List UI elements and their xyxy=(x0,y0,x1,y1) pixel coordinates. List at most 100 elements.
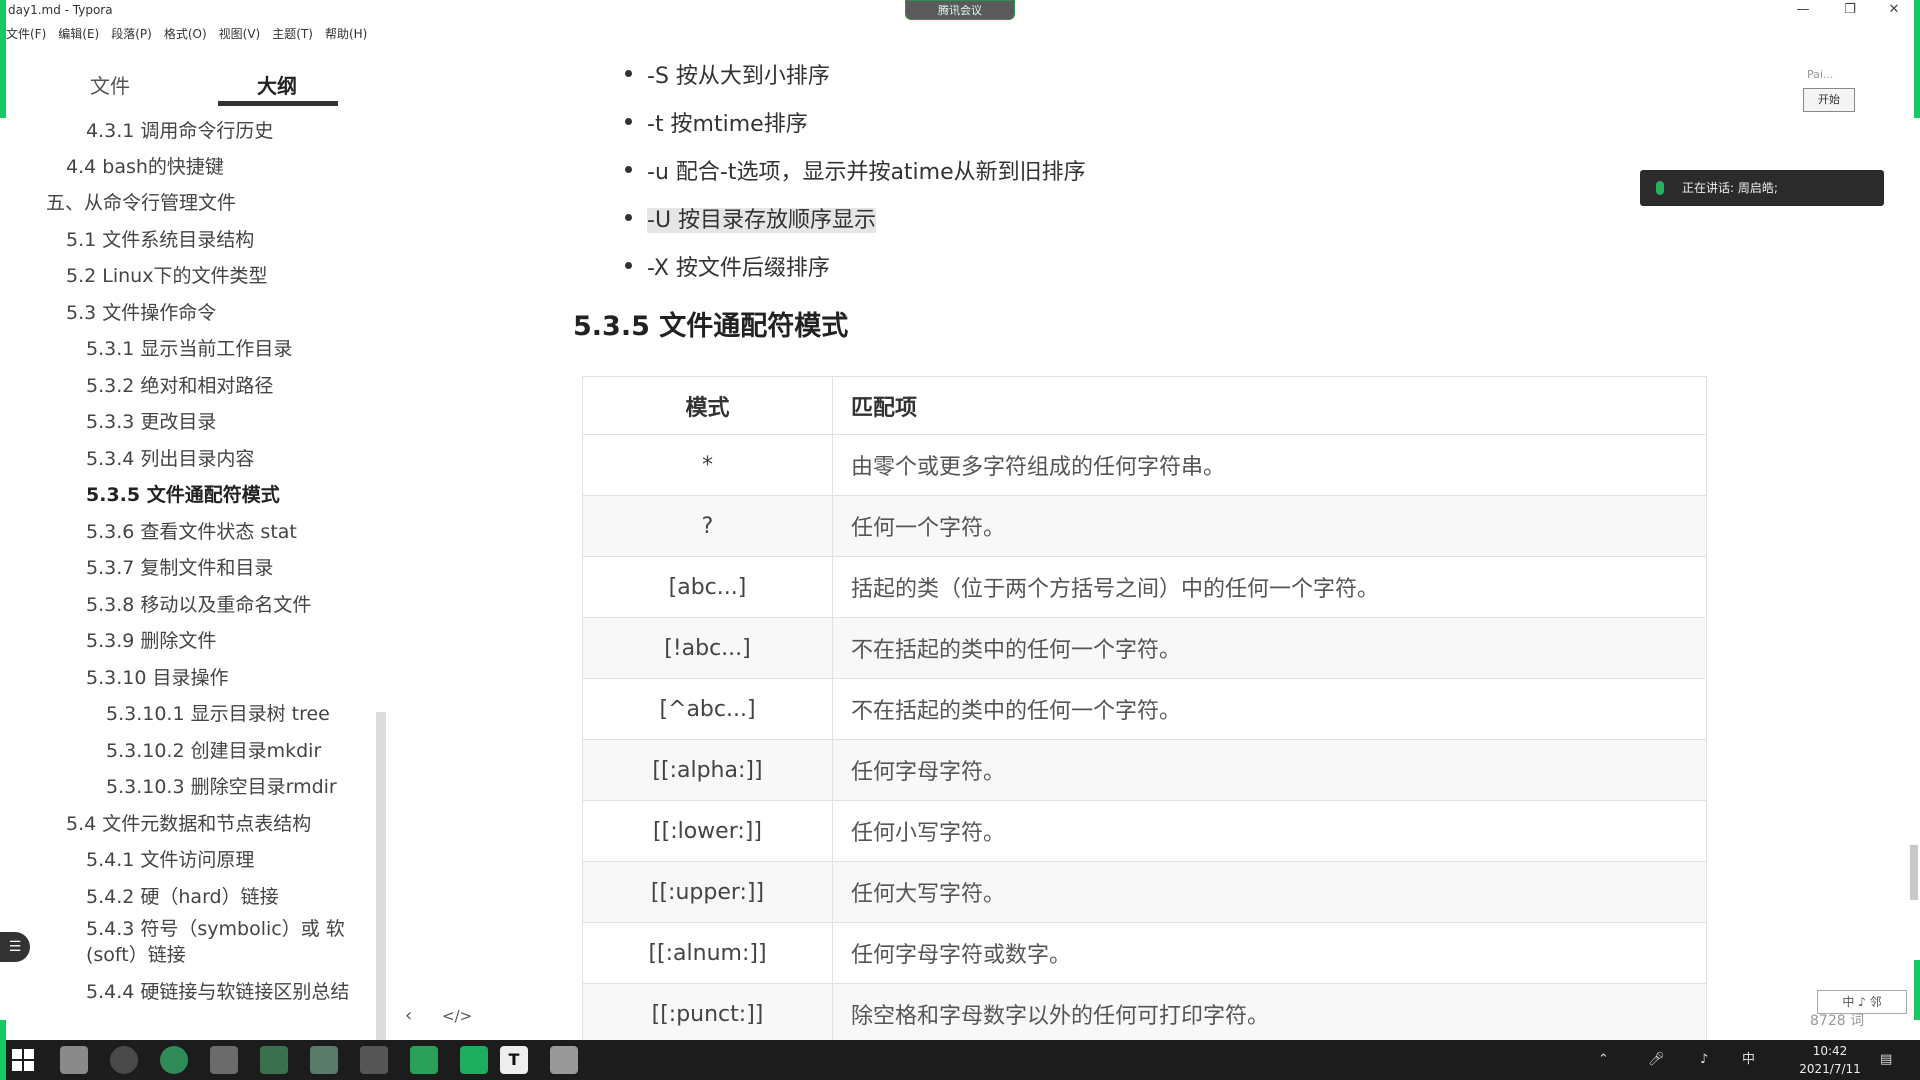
outline-item[interactable]: 5.3.1 显示当前工作目录 xyxy=(86,334,292,361)
microphone-tray-icon[interactable]: 🎤︎ xyxy=(1648,1040,1665,1080)
editor[interactable]: -S 按从大到小排序 -t 按mtime排序 -u 配合-t选项，显示并按ati… xyxy=(560,50,1710,1045)
table-row: [abc...] 括起的类（位于两个方括号之间）中的任何一个字符。 xyxy=(582,556,1707,618)
menu-view[interactable]: 视图(V) xyxy=(219,24,261,44)
outline-item[interactable]: 5.3.10.3 删除空目录rmdir xyxy=(106,772,337,799)
outline-item[interactable]: 5.1 文件系统目录结构 xyxy=(66,225,254,252)
outline-item[interactable]: 5.3.9 删除文件 xyxy=(86,626,216,653)
table-header-pattern: 模式 xyxy=(582,376,833,435)
outline-item[interactable]: 5.2 Linux下的文件类型 xyxy=(66,261,267,288)
browser-icon[interactable] xyxy=(110,1046,138,1074)
clock-date: 2021/7/11 xyxy=(1799,1062,1861,1076)
app-icon[interactable] xyxy=(310,1046,338,1074)
outline-item[interactable]: 5.3.10 目录操作 xyxy=(86,663,228,690)
menu-theme[interactable]: 主题(T) xyxy=(272,24,313,44)
menu-help[interactable]: 帮助(H) xyxy=(325,24,367,44)
notification-icon[interactable]: ▤ xyxy=(1880,1040,1892,1080)
outline-item[interactable]: 4.3.1 调用命令行历史 xyxy=(86,116,273,143)
outline-item[interactable]: 5.3.3 更改目录 xyxy=(86,407,216,434)
table-cell-pattern: ? xyxy=(582,495,833,557)
outline-item[interactable]: 5.3.6 查看文件状态 stat xyxy=(86,517,297,544)
list-item: -u 配合-t选项，显示并按atime从新到旧排序 xyxy=(625,154,1086,186)
outline-item[interactable]: 4.4 bash的快捷键 xyxy=(66,152,224,179)
share-border-right xyxy=(1914,0,1920,118)
close-icon[interactable]: ✕ xyxy=(1884,2,1904,17)
table-row: [^abc...] 不在括起的类中的任何一个字符。 xyxy=(582,678,1707,740)
microphone-icon xyxy=(1656,181,1664,195)
list-item: -S 按从大到小排序 xyxy=(625,58,830,90)
table-cell-pattern: [abc...] xyxy=(582,556,833,618)
table-cell-pattern: [[:punct:]] xyxy=(582,983,833,1045)
menu-file[interactable]: 文件(F) xyxy=(6,24,46,44)
outline-item[interactable]: 5.3.10.2 创建目录mkdir xyxy=(106,736,321,763)
menu-paragraph[interactable]: 段落(P) xyxy=(111,24,152,44)
tab-files[interactable]: 文件 xyxy=(50,64,170,108)
table-cell-match: 任何大写字符。 xyxy=(832,861,1707,923)
share-border-right-bottom xyxy=(1914,960,1920,1020)
clock-time: 10:42 xyxy=(1812,1044,1848,1058)
table-row: [[:upper:]] 任何大写字符。 xyxy=(582,861,1707,923)
volume-icon[interactable]: ♪ xyxy=(1700,1040,1708,1080)
sidebar-scrollbar[interactable] xyxy=(376,712,386,1040)
table-cell-match: 括起的类（位于两个方括号之间）中的任何一个字符。 xyxy=(832,556,1707,618)
menu-edit[interactable]: 编辑(E) xyxy=(58,24,99,44)
pai-label: Pai... xyxy=(1807,68,1834,81)
table-cell-pattern: [[:alpha:]] xyxy=(582,739,833,801)
clock[interactable]: 10:42 2021/7/11 xyxy=(1790,1042,1870,1078)
table-row: * 由零个或更多字符组成的任何字符串。 xyxy=(582,434,1707,496)
outline-item[interactable]: 5.3.2 绝对和相对路径 xyxy=(86,371,273,398)
outline-item[interactable]: 5.4.1 文件访问原理 xyxy=(86,845,254,872)
pai-widget: Pai... 开始 xyxy=(1803,64,1857,114)
minimize-icon[interactable]: — xyxy=(1793,2,1813,17)
source-code-toggle-icon[interactable]: </> xyxy=(442,1007,472,1025)
outline-item[interactable]: 5.3.4 列出目录内容 xyxy=(86,444,254,471)
outline-item[interactable]: 5.4.2 硬（hard）链接 xyxy=(86,882,279,909)
editor-scrollbar[interactable] xyxy=(1910,845,1918,900)
share-border-left-bottom xyxy=(0,1020,6,1080)
menu-format[interactable]: 格式(O) xyxy=(164,24,207,44)
table-cell-match: 不在括起的类中的任何一个字符。 xyxy=(832,617,1707,679)
restore-icon[interactable]: ❐ xyxy=(1840,2,1860,17)
speaking-text: 正在讲话: 周启皓; xyxy=(1682,181,1778,195)
app-icon[interactable] xyxy=(260,1046,288,1074)
pai-start-button[interactable]: 开始 xyxy=(1803,88,1855,112)
table-row: [[:alpha:]] 任何字母字符。 xyxy=(582,739,1707,801)
chrome-icon[interactable] xyxy=(160,1046,188,1074)
outline-item[interactable]: 5.3.10.1 显示目录树 tree xyxy=(106,699,330,726)
input-language[interactable]: 中 xyxy=(1742,1040,1755,1080)
outline-item[interactable]: 5.4.4 硬链接与软链接区别总结 xyxy=(86,979,351,1005)
outline-item[interactable]: 五、从命令行管理文件 xyxy=(46,188,236,215)
windows-start-icon[interactable] xyxy=(12,1049,34,1071)
speaking-indicator: 正在讲话: 周启皓; xyxy=(1640,170,1884,206)
table-cell-pattern: [^abc...] xyxy=(582,678,833,740)
table-cell-pattern: [!abc...] xyxy=(582,617,833,679)
table-header-match: 匹配项 xyxy=(832,376,1707,435)
app-icon[interactable] xyxy=(360,1046,388,1074)
outline-item-active[interactable]: 5.3.5 文件通配符模式 xyxy=(86,480,280,507)
app-icon[interactable] xyxy=(410,1046,438,1074)
outline-toggle-icon[interactable]: ☰ xyxy=(0,932,30,962)
outline-item[interactable]: 5.3 文件操作命令 xyxy=(66,298,216,325)
section-heading: 5.3.5 文件通配符模式 xyxy=(573,311,849,342)
app-icon[interactable] xyxy=(550,1046,578,1074)
table-row: [[:lower:]] 任何小写字符。 xyxy=(582,800,1707,862)
back-icon[interactable]: ‹ xyxy=(405,1005,412,1026)
file-explorer-icon[interactable] xyxy=(210,1046,238,1074)
table-cell-match: 由零个或更多字符组成的任何字符串。 xyxy=(832,434,1707,496)
meeting-pill[interactable]: 腾讯会议 xyxy=(905,0,1015,20)
table-header-row: 模式 匹配项 xyxy=(582,376,1707,435)
word-count[interactable]: 8728 词 xyxy=(1810,1010,1864,1030)
table-row: ? 任何一个字符。 xyxy=(582,495,1707,557)
meeting-app-icon[interactable] xyxy=(460,1046,488,1074)
list-item: -X 按文件后缀排序 xyxy=(625,250,830,282)
title-bar: day1.md - Typora 腾讯会议 — ❐ ✕ xyxy=(0,0,1920,22)
app-icon[interactable] xyxy=(60,1046,88,1074)
outline-item[interactable]: 5.3.7 复制文件和目录 xyxy=(86,553,273,580)
outline-item[interactable]: 5.4 文件元数据和节点表结构 xyxy=(66,809,311,836)
outline-item[interactable]: 5.3.8 移动以及重命名文件 xyxy=(86,590,311,617)
typora-icon[interactable]: T xyxy=(500,1046,528,1074)
table-cell-match: 除空格和字母数字以外的任何可打印字符。 xyxy=(832,983,1707,1045)
tray-expand-icon[interactable]: ⌃ xyxy=(1598,1040,1609,1080)
outline-item[interactable]: 5.4.3 符号（symbolic）或 软 (soft）链接 xyxy=(86,916,351,968)
share-border-left xyxy=(0,0,6,118)
table-cell-pattern: * xyxy=(582,434,833,496)
